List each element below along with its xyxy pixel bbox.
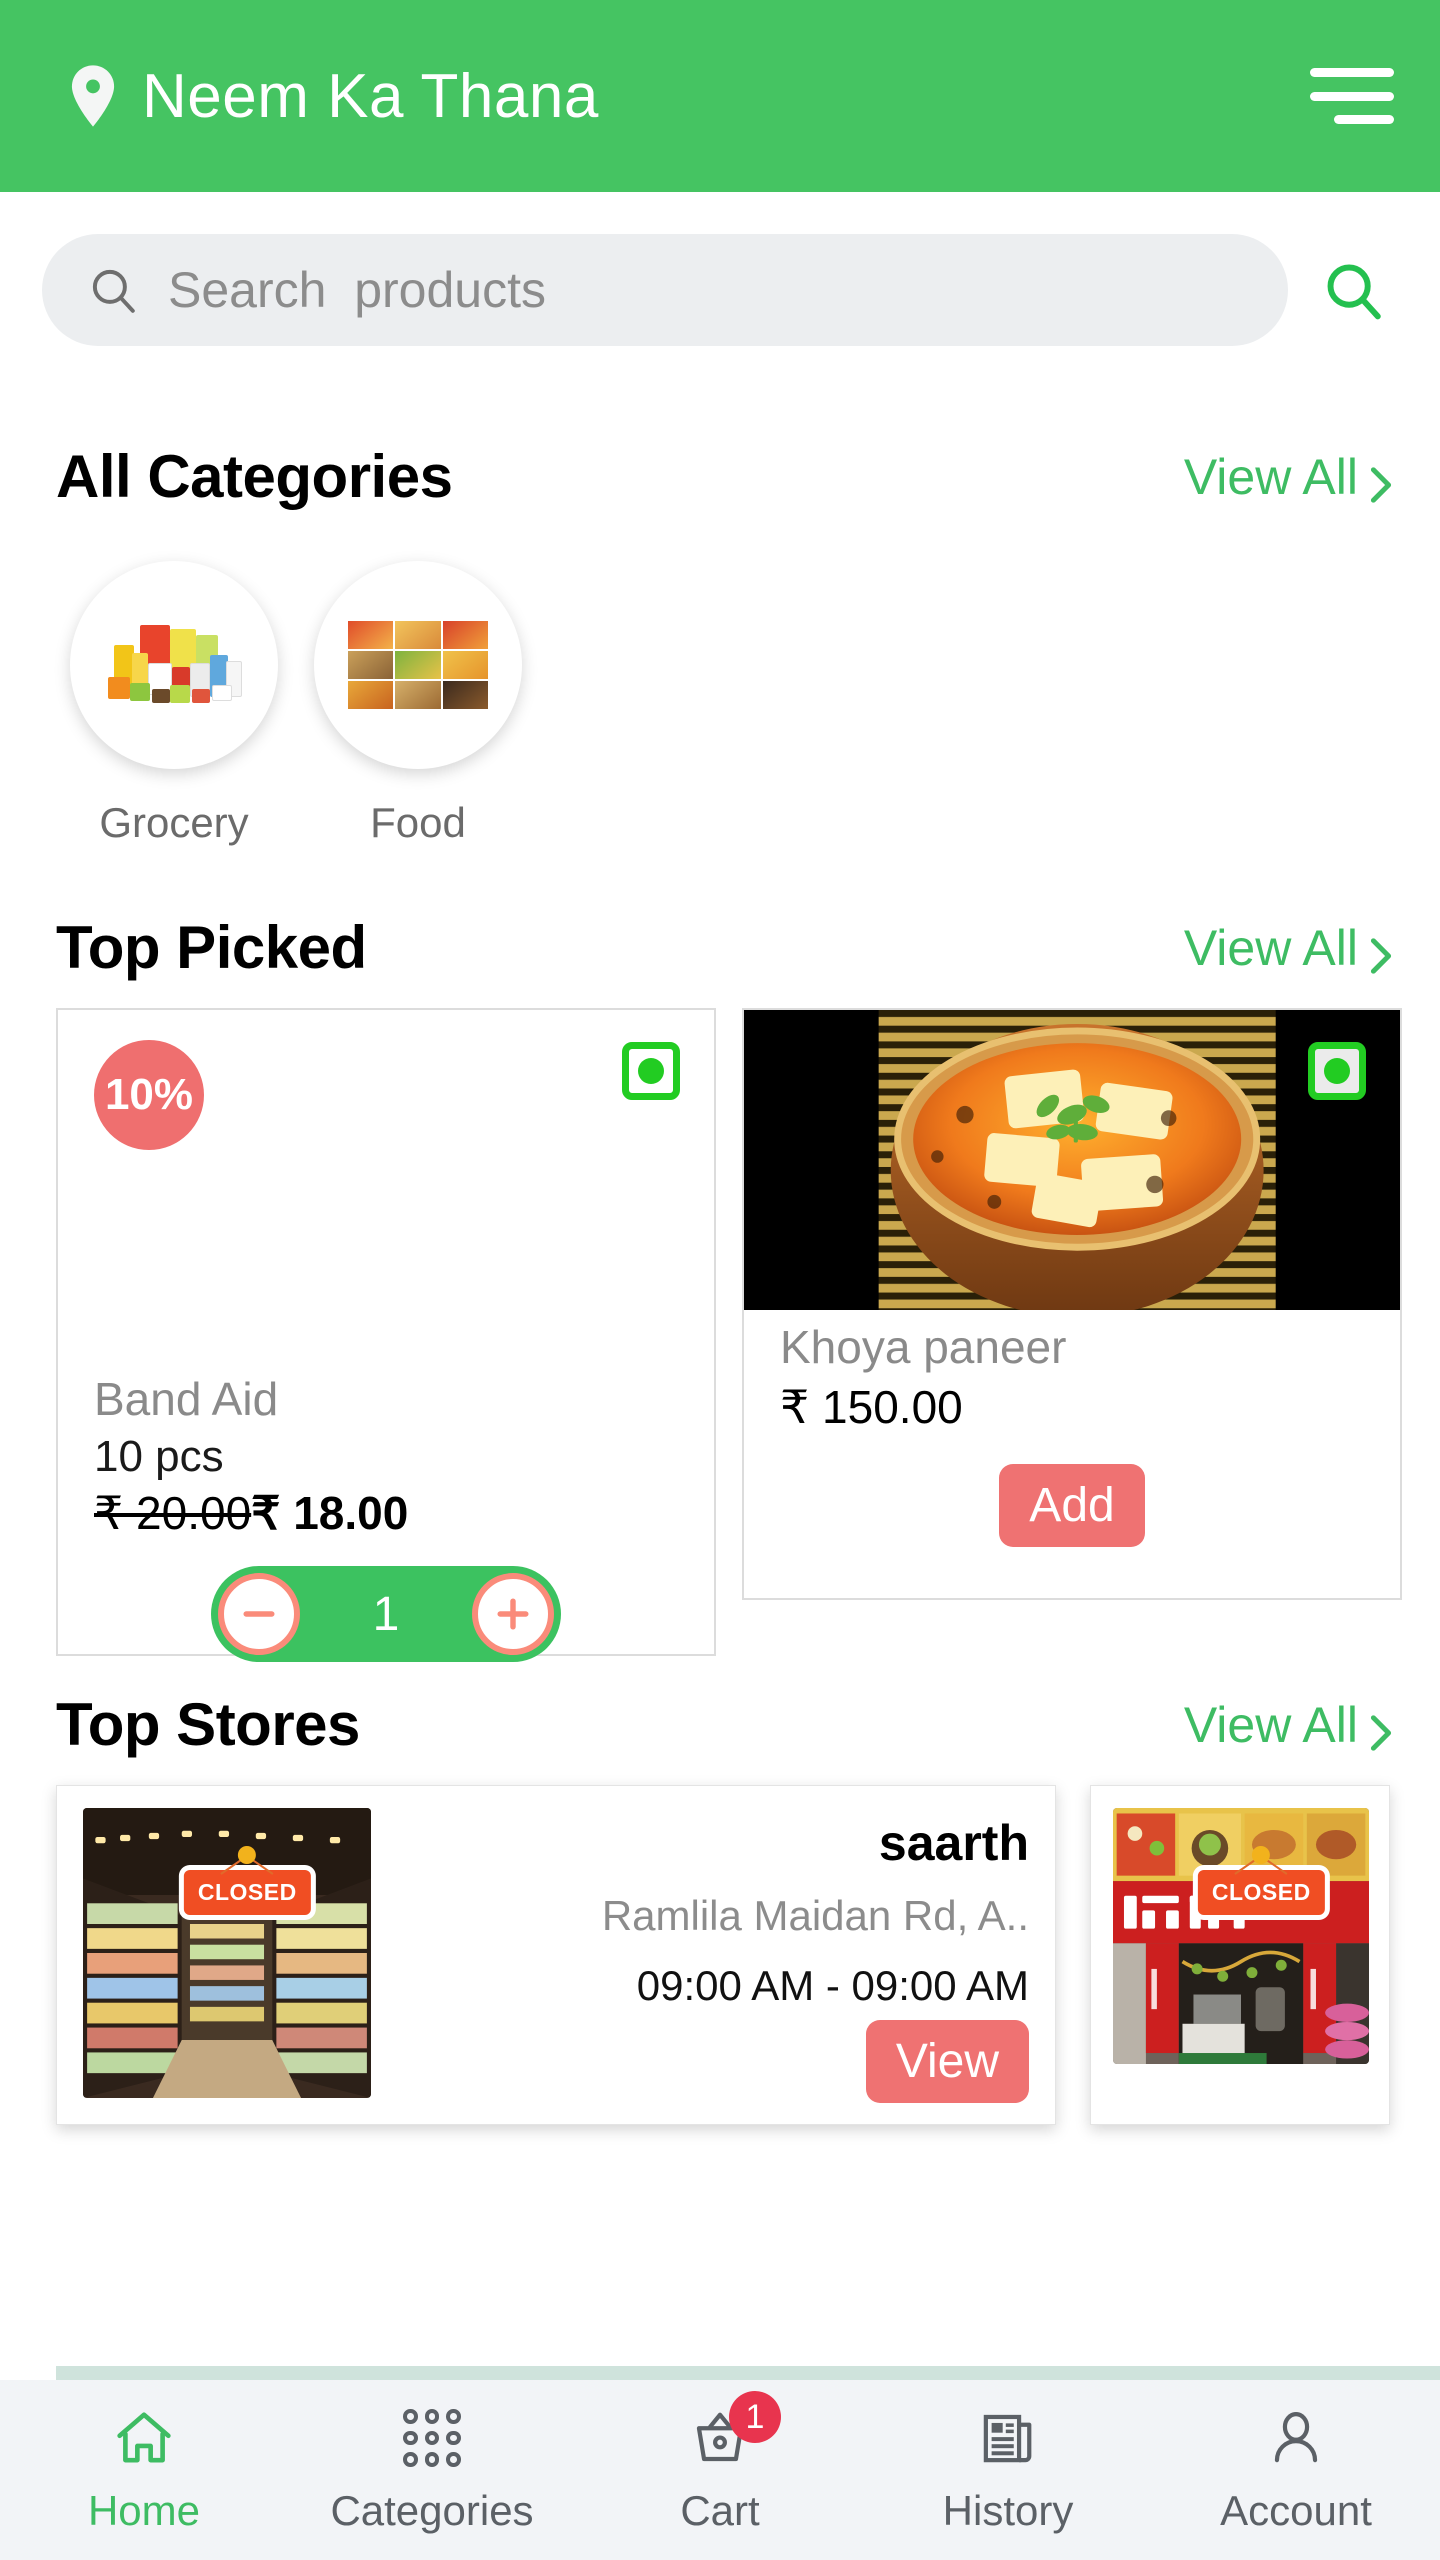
categories-view-all-link[interactable]: View All xyxy=(1184,448,1394,506)
quantity-value: 1 xyxy=(372,1587,400,1641)
sign-hook-icon xyxy=(1252,1846,1271,1864)
newspaper-icon xyxy=(975,2405,1041,2471)
chevron-right-icon xyxy=(1368,458,1394,503)
product-price: ₹ 150.00 xyxy=(780,1381,963,1433)
product-name: Band Aid xyxy=(94,1373,279,1425)
categories-section-header: All Categories View All xyxy=(0,442,1440,511)
hamburger-line xyxy=(1310,68,1394,77)
search-submit-icon[interactable] xyxy=(1322,259,1384,321)
search-icon xyxy=(88,265,138,315)
search-input[interactable]: Search products xyxy=(42,234,1288,346)
nav-item-account[interactable]: Account xyxy=(1152,2405,1440,2535)
search-placeholder: Search products xyxy=(168,262,546,318)
grid-dots-icon xyxy=(399,2405,465,2471)
product-info: Khoya paneer ₹ 150.00 Add xyxy=(744,1320,1400,1547)
store-card-saarth[interactable]: CLOSED saarth Ramlila Maidan Rd, A.. 09:… xyxy=(56,1785,1056,2125)
product-card-khoya-paneer[interactable]: Khoya paneer ₹ 150.00 Add xyxy=(742,1008,1402,1600)
nav-label: Account xyxy=(1220,2487,1372,2534)
categories-list: Grocery Food xyxy=(0,511,1440,847)
header-location[interactable]: Neem Ka Thana xyxy=(70,61,1310,132)
search-row: Search products xyxy=(0,192,1440,346)
top-picked-section-header: Top Picked View All xyxy=(0,913,1440,982)
person-icon xyxy=(1263,2405,1329,2471)
app-header: Neem Ka Thana xyxy=(0,0,1440,192)
basket-icon: 1 xyxy=(687,2391,781,2471)
category-label: Grocery xyxy=(99,799,249,846)
bottom-navigation: Home Categories 1 Cart History Account xyxy=(0,2380,1440,2560)
category-label: Food xyxy=(370,799,466,846)
product-card-band-aid[interactable]: 10% Band Aid 10 pcs ₹ 20.00 ₹ 18.00 1 xyxy=(56,1008,716,1662)
product-price-discounted: ₹ 18.00 xyxy=(251,1487,409,1539)
store-status-badge: CLOSED xyxy=(183,1846,311,1915)
nav-label: Home xyxy=(87,2487,201,2534)
category-image-food xyxy=(314,561,522,769)
discount-badge: 10% xyxy=(94,1040,204,1150)
section-title: Top Stores xyxy=(56,1691,360,1758)
add-to-cart-button[interactable]: Add xyxy=(999,1464,1145,1547)
cart-count-badge: 1 xyxy=(729,2391,781,2443)
section-title: Top Picked xyxy=(56,914,367,981)
top-stores-view-all-link[interactable]: View All xyxy=(1184,1696,1394,1754)
store-address: Ramlila Maidan Rd, A.. xyxy=(601,1892,1029,1939)
nav-item-history[interactable]: History xyxy=(864,2405,1152,2535)
veg-indicator-icon xyxy=(622,1042,680,1100)
sign-hook-icon xyxy=(238,1846,257,1864)
category-item-food[interactable]: Food xyxy=(314,561,522,847)
store-card-kanha-fast-food[interactable]: CLOSED xyxy=(1090,1785,1390,2125)
view-all-label: View All xyxy=(1183,448,1358,505)
nav-item-cart[interactable]: 1 Cart xyxy=(576,2391,864,2535)
top-picked-view-all-link[interactable]: View All xyxy=(1184,919,1394,977)
hamburger-line xyxy=(1334,115,1394,124)
store-image-kanha: CLOSED xyxy=(1113,1808,1369,2064)
top-picked-products: 10% Band Aid 10 pcs ₹ 20.00 ₹ 18.00 1 Kh… xyxy=(0,982,1440,1662)
nav-divider xyxy=(56,2366,1440,2380)
product-unit: 10 pcs xyxy=(94,1432,224,1481)
top-stores-list: CLOSED saarth Ramlila Maidan Rd, A.. 09:… xyxy=(0,1759,1440,2125)
location-pin-icon xyxy=(70,65,116,127)
hamburger-line xyxy=(1310,91,1394,101)
chevron-right-icon xyxy=(1368,1706,1394,1751)
product-info: Band Aid 10 pcs ₹ 20.00 ₹ 18.00 1 xyxy=(58,1372,714,1662)
nav-label: History xyxy=(942,2487,1074,2534)
food-dishes-grid-icon xyxy=(348,621,488,709)
store-name: saarth xyxy=(878,1815,1029,1871)
app-screen: Neem Ka Thana Search products All Catego… xyxy=(0,0,1440,2560)
decrement-button[interactable] xyxy=(218,1573,300,1655)
store-image-saarth: CLOSED xyxy=(83,1808,371,2098)
store-details: saarth Ramlila Maidan Rd, A.. 09:00 AM -… xyxy=(371,1808,1029,2103)
product-image-khoya-paneer xyxy=(744,1010,1400,1310)
view-store-button[interactable]: View xyxy=(865,2020,1029,2103)
quantity-stepper[interactable]: 1 xyxy=(211,1566,561,1662)
closed-label: CLOSED xyxy=(1197,1870,1325,1915)
grocery-products-collage-icon xyxy=(104,619,244,711)
chevron-right-icon xyxy=(1368,929,1394,974)
product-price-original: ₹ 20.00 xyxy=(94,1487,252,1539)
nav-item-home[interactable]: Home xyxy=(0,2405,288,2535)
hamburger-menu-icon[interactable] xyxy=(1310,68,1394,124)
increment-button[interactable] xyxy=(471,1573,554,1655)
header-title: Neem Ka Thana xyxy=(142,61,599,131)
view-all-label: View All xyxy=(1183,919,1358,976)
page-title: All Categories xyxy=(56,443,453,510)
store-status-badge: CLOSED xyxy=(1197,1846,1325,1915)
nav-item-categories[interactable]: Categories xyxy=(288,2405,576,2535)
top-stores-section-header: Top Stores View All xyxy=(0,1690,1440,1759)
product-price-row: ₹ 20.00 ₹ 18.00 xyxy=(94,1486,678,1540)
nav-label: Categories xyxy=(330,2487,534,2534)
category-image-grocery xyxy=(70,561,278,769)
category-item-grocery[interactable]: Grocery xyxy=(70,561,278,847)
page-content: Search products All Categories View All xyxy=(0,192,1440,2366)
closed-label: CLOSED xyxy=(183,1870,311,1915)
nav-label: Cart xyxy=(680,2487,760,2534)
view-all-label: View All xyxy=(1183,1696,1358,1753)
product-name: Khoya paneer xyxy=(780,1321,1067,1373)
veg-indicator-icon xyxy=(1308,1042,1366,1100)
store-hours: 09:00 AM - 09:00 AM xyxy=(636,1962,1029,2009)
home-icon xyxy=(111,2405,177,2471)
